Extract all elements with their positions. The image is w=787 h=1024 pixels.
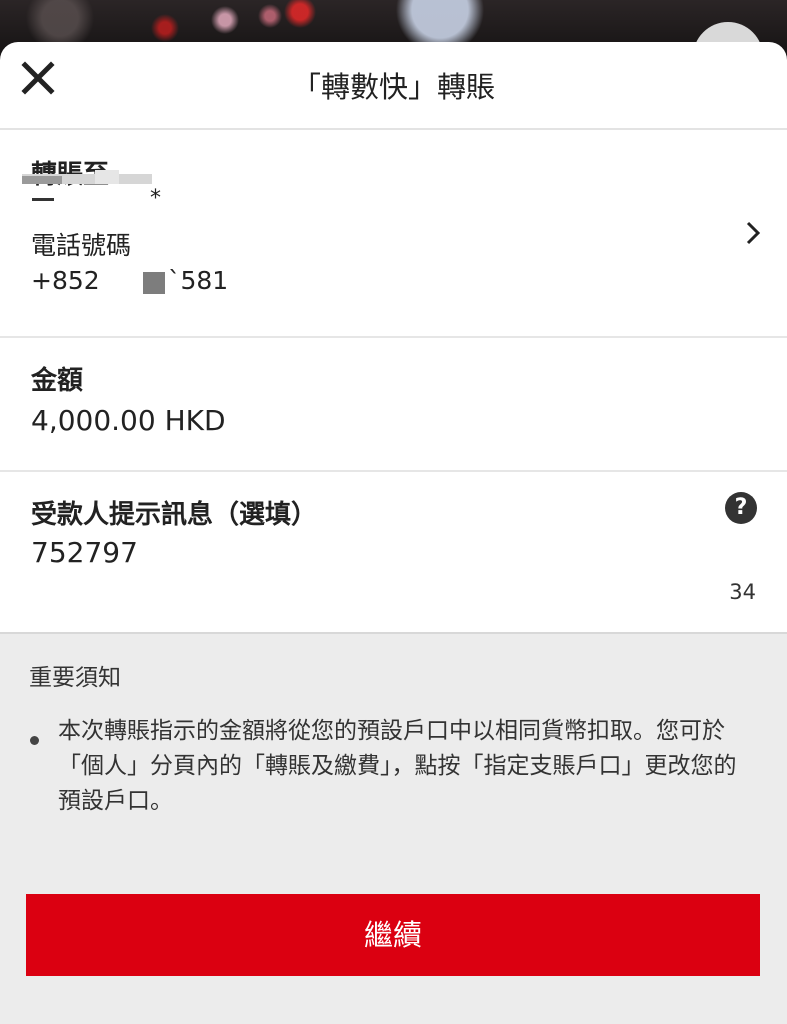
privacy-mask xyxy=(22,176,62,184)
amount-section[interactable]: 金額 4,000.00 HKD xyxy=(0,338,787,472)
phone-suffix: `581 xyxy=(168,266,229,295)
continue-button[interactable]: 繼續 xyxy=(26,894,760,976)
transfer-sheet: 「轉數快」轉賬 轉賬至 * 電話號碼 +852 `581 金額 4,000.00… xyxy=(0,42,787,1024)
recipient-name-suffix: * xyxy=(150,186,161,211)
page-title: 「轉數快」轉賬 xyxy=(291,70,495,104)
phone-label: 電話號碼 xyxy=(31,231,132,260)
notice-title: 重要須知 xyxy=(29,665,121,691)
privacy-mask xyxy=(95,170,119,184)
character-counter: 34 xyxy=(729,580,756,604)
notice-text: 本次轉賬指示的金額將從您的預設戶口中以相同貨幣扣取。您可於「個人」分頁內的「轉賬… xyxy=(58,718,737,814)
important-notice: 重要須知 本次轉賬指示的金額將從您的預設戶口中以相同貨幣扣取。您可於「個人」分頁… xyxy=(0,634,787,1024)
message-input[interactable]: 752797 xyxy=(31,536,138,569)
recipient-name-masked xyxy=(32,194,132,202)
transfer-to-section[interactable]: 轉賬至 * 電話號碼 +852 `581 xyxy=(0,130,787,338)
help-icon[interactable]: ? xyxy=(725,492,757,524)
privacy-mask xyxy=(143,272,165,294)
chevron-right-icon[interactable] xyxy=(743,218,763,248)
phone-prefix: +852 xyxy=(31,266,100,295)
message-section[interactable]: 受款人提示訊息（選填） ? 752797 34 xyxy=(0,472,787,634)
amount-label: 金額 xyxy=(31,366,84,396)
message-label: 受款人提示訊息（選填） xyxy=(31,500,318,530)
sheet-header: 「轉數快」轉賬 xyxy=(0,42,787,130)
amount-value: 4,000.00 HKD xyxy=(31,404,226,437)
bullet-icon xyxy=(30,736,39,745)
